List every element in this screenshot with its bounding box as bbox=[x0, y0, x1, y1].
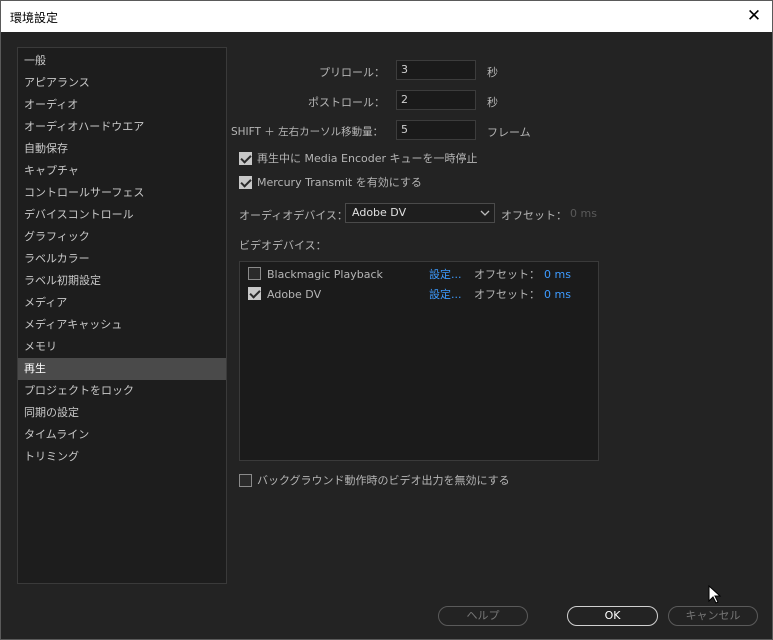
sidebar-item-playback[interactable]: 再生 bbox=[18, 358, 226, 380]
cancel-button[interactable]: キャンセル bbox=[668, 606, 758, 626]
sidebar-item-media-cache[interactable]: メディアキャッシュ bbox=[18, 314, 226, 336]
sidebar-item-trim[interactable]: トリミング bbox=[18, 446, 226, 468]
shift-step-label: SHIFT ＋ 左右カーソル移動量： bbox=[231, 126, 384, 138]
list-item: Adobe DV 設定... オフセット： 0 ms bbox=[248, 285, 593, 303]
sidebar-item-media[interactable]: メディア bbox=[18, 292, 226, 314]
mercury-transmit-label: Mercury Transmit を有効にする bbox=[257, 176, 422, 189]
preroll-field[interactable]: 3 bbox=[396, 60, 476, 80]
postroll-field[interactable]: 2 bbox=[396, 90, 476, 110]
device-offset-label: オフセット： bbox=[474, 268, 540, 281]
shift-step-field[interactable]: 5 bbox=[396, 120, 476, 140]
postroll-unit: 秒 bbox=[487, 96, 498, 109]
preferences-category-list: 一般 アピアランス オーディオ オーディオハードウエア 自動保存 キャプチャ コ… bbox=[17, 47, 227, 584]
disable-background-output-label: バックグラウンド動作時のビデオ出力を無効にする bbox=[257, 474, 510, 487]
window-title: 環境設定 bbox=[10, 11, 59, 25]
device-name: Adobe DV bbox=[267, 287, 322, 301]
sidebar-item-label-defaults[interactable]: ラベル初期設定 bbox=[18, 270, 226, 292]
sidebar-item-general[interactable]: 一般 bbox=[18, 50, 226, 72]
sidebar-item-audio-hardware[interactable]: オーディオハードウエア bbox=[18, 116, 226, 138]
preferences-dialog: 環境設定 ✕ 一般 アピアランス オーディオ オーディオハードウエア 自動保存 … bbox=[0, 0, 773, 640]
mouse-cursor-icon bbox=[708, 584, 722, 608]
sidebar-item-auto-save[interactable]: 自動保存 bbox=[18, 138, 226, 160]
device-offset-value[interactable]: 0 ms bbox=[544, 268, 571, 281]
device-checkbox[interactable] bbox=[248, 287, 261, 300]
sidebar-item-audio[interactable]: オーディオ bbox=[18, 94, 226, 116]
video-device-label: ビデオデバイス： bbox=[239, 239, 327, 252]
list-item: Blackmagic Playback 設定... オフセット： 0 ms bbox=[248, 265, 593, 283]
audio-offset-value: 0 ms bbox=[570, 207, 597, 220]
preroll-unit: 秒 bbox=[487, 66, 498, 79]
device-offset-label: オフセット： bbox=[474, 288, 540, 301]
shift-step-unit: フレーム bbox=[487, 126, 531, 139]
sidebar-item-control-surface[interactable]: コントロールサーフェス bbox=[18, 182, 226, 204]
preroll-label: プリロール： bbox=[319, 66, 385, 79]
audio-device-value: Adobe DV bbox=[352, 206, 407, 219]
sidebar-item-timeline[interactable]: タイムライン bbox=[18, 424, 226, 446]
sidebar-item-label-colors[interactable]: ラベルカラー bbox=[18, 248, 226, 270]
device-offset-value[interactable]: 0 ms bbox=[544, 288, 571, 301]
mercury-transmit-checkbox[interactable] bbox=[239, 175, 252, 189]
sidebar-item-memory[interactable]: メモリ bbox=[18, 336, 226, 358]
pause-encoder-label: 再生中に Media Encoder キューを一時停止 bbox=[257, 152, 478, 165]
audio-device-label: オーディオデバイス： bbox=[239, 209, 348, 222]
disable-background-output-checkbox[interactable] bbox=[239, 473, 252, 487]
sidebar-item-capture[interactable]: キャプチャ bbox=[18, 160, 226, 182]
help-button[interactable]: ヘルプ bbox=[438, 606, 528, 626]
sidebar-item-graphics[interactable]: グラフィック bbox=[18, 226, 226, 248]
postroll-label: ポストロール： bbox=[308, 96, 385, 109]
device-checkbox[interactable] bbox=[248, 267, 261, 280]
sidebar-item-appearance[interactable]: アピアランス bbox=[18, 72, 226, 94]
device-settings-link[interactable]: 設定... bbox=[429, 286, 462, 302]
device-settings-link[interactable]: 設定... bbox=[429, 266, 462, 282]
video-device-list: Blackmagic Playback 設定... オフセット： 0 ms Ad… bbox=[239, 261, 599, 461]
pause-encoder-row[interactable]: 再生中に Media Encoder キューを一時停止 bbox=[239, 150, 478, 166]
mercury-transmit-row[interactable]: Mercury Transmit を有効にする bbox=[239, 174, 422, 190]
sidebar-item-project-locking[interactable]: プロジェクトをロック bbox=[18, 380, 226, 402]
sidebar-item-sync-settings[interactable]: 同期の設定 bbox=[18, 402, 226, 424]
title-bar: 環境設定 ✕ bbox=[1, 1, 772, 32]
close-icon[interactable]: ✕ bbox=[744, 6, 764, 26]
device-name: Blackmagic Playback bbox=[267, 267, 383, 281]
audio-device-select[interactable]: Adobe DV bbox=[345, 203, 495, 223]
sidebar-item-device-control[interactable]: デバイスコントロール bbox=[18, 204, 226, 226]
pause-encoder-checkbox[interactable] bbox=[239, 151, 252, 165]
chevron-down-icon bbox=[480, 205, 490, 228]
ok-button[interactable]: OK bbox=[567, 606, 658, 626]
audio-offset-label: オフセット： bbox=[501, 209, 567, 222]
disable-background-output-row[interactable]: バックグラウンド動作時のビデオ出力を無効にする bbox=[239, 472, 510, 488]
